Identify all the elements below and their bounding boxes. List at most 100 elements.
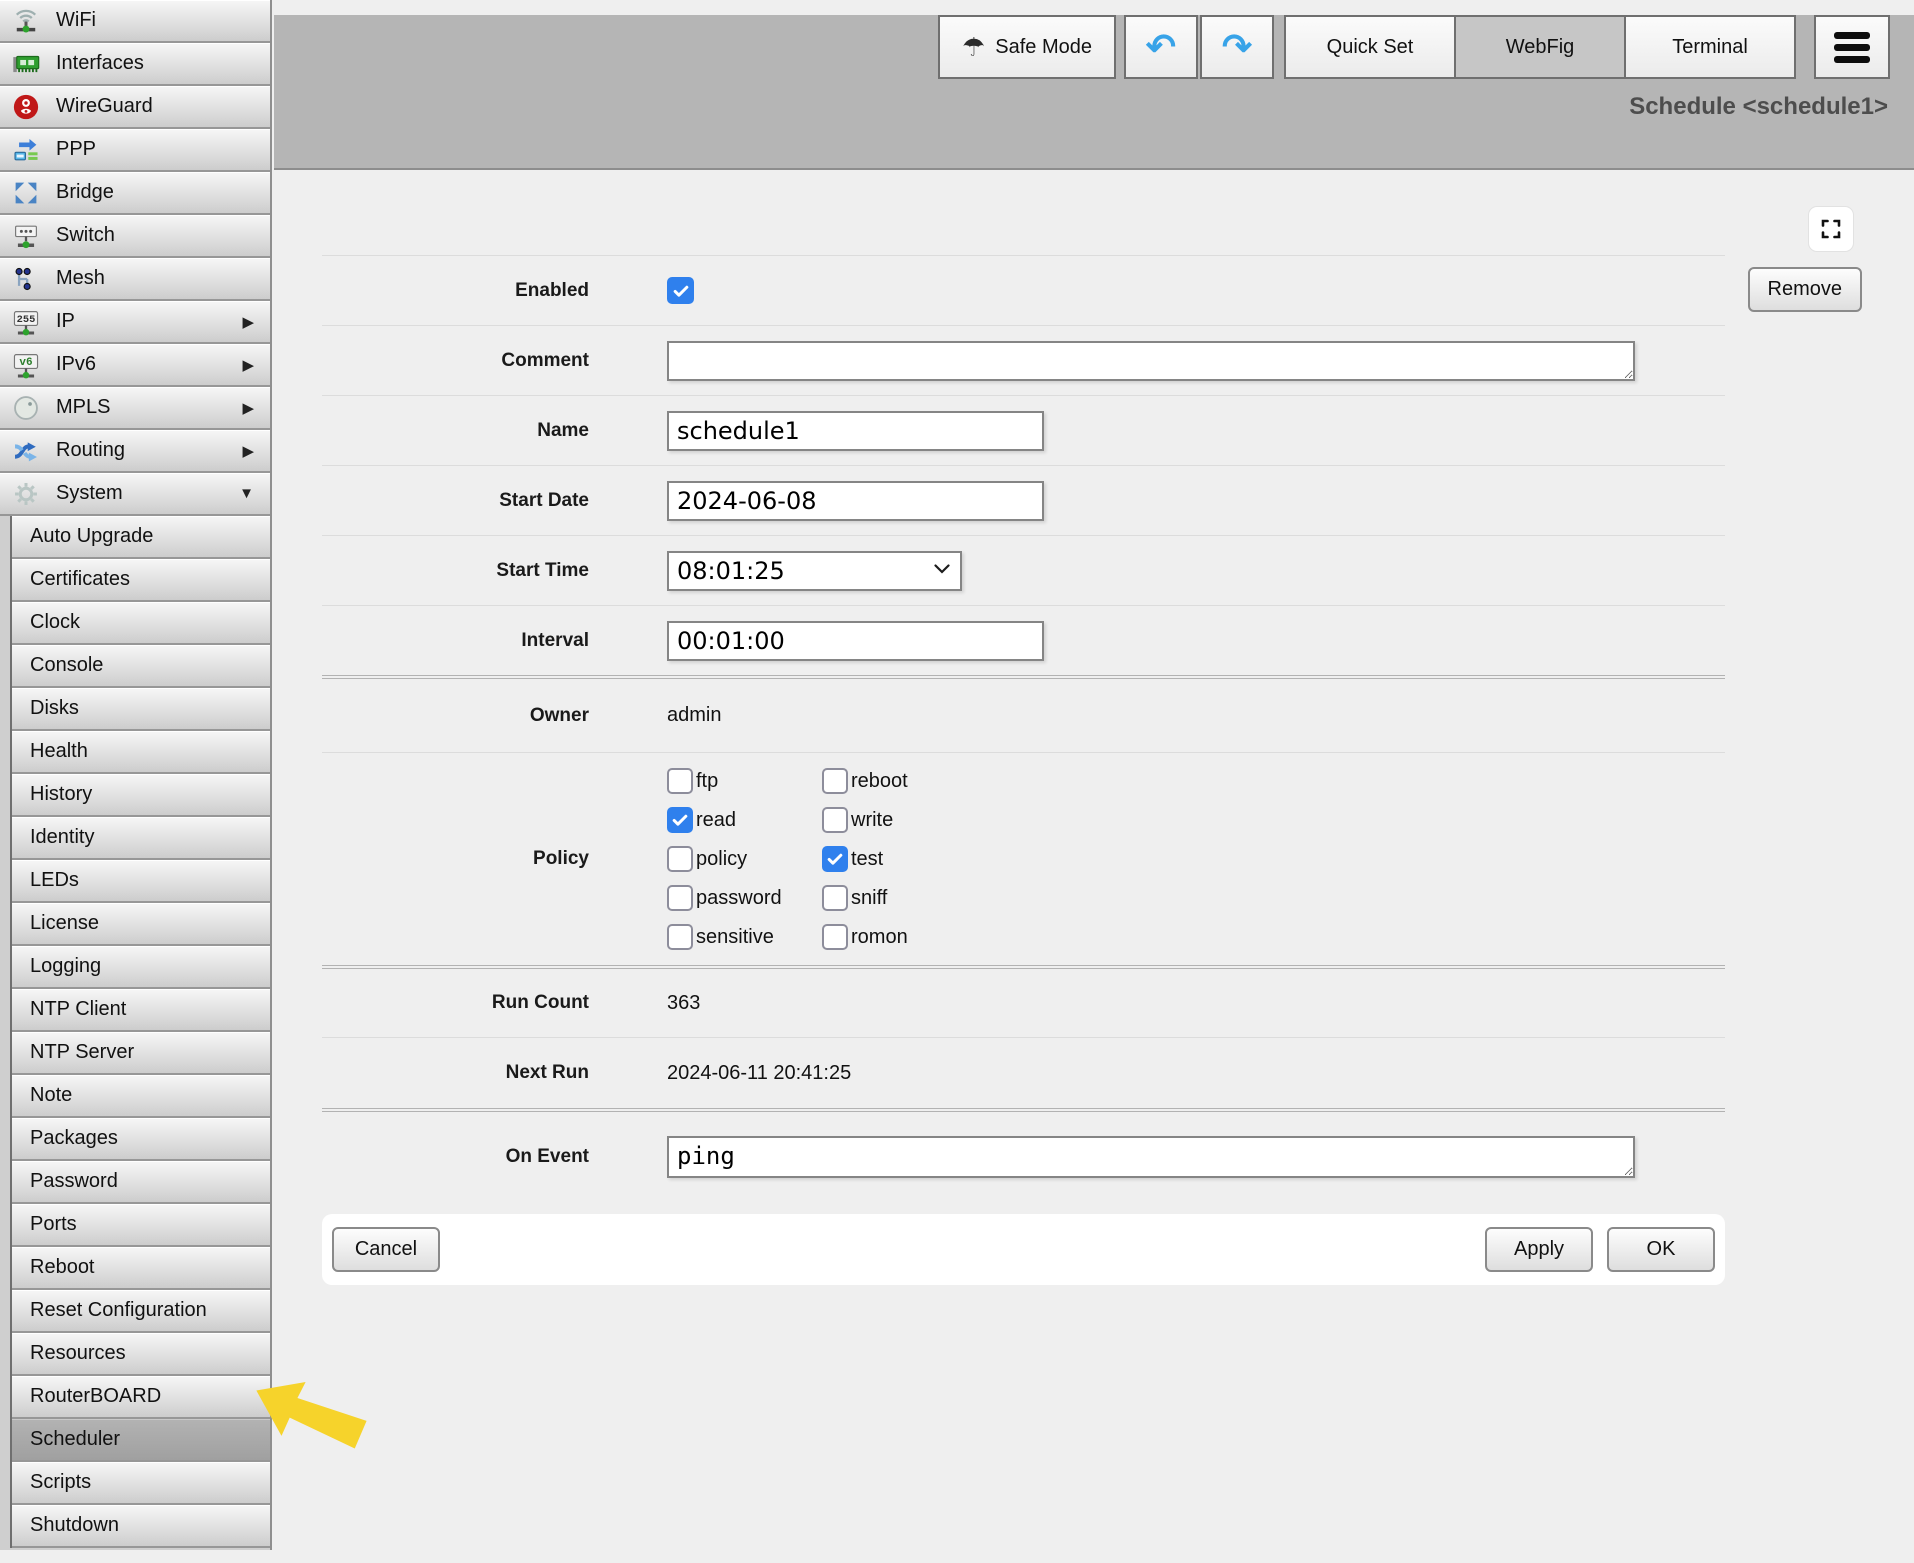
ip-icon: 255	[10, 306, 42, 338]
sidebar-item-ntp-client[interactable]: NTP Client	[12, 989, 270, 1032]
mpls-icon	[10, 392, 42, 424]
apply-button[interactable]: Apply	[1485, 1227, 1593, 1272]
sidebar-item-ipv6[interactable]: v6IPv6▶	[0, 344, 270, 387]
top-toolbar: ☂ Safe Mode ↶ ↷ Quick Set WebFig Termina…	[274, 15, 1890, 79]
sidebar-item-label: Ports	[30, 1213, 77, 1236]
checkbox-unchecked-icon[interactable]	[822, 768, 848, 794]
checkbox-checked-icon[interactable]	[667, 807, 693, 833]
sidebar-item-mpls[interactable]: MPLS▶	[0, 387, 270, 430]
sidebar-item-reboot[interactable]: Reboot	[12, 1247, 270, 1290]
remove-button[interactable]: Remove	[1748, 267, 1862, 312]
policy-checkbox-policy[interactable]: policy	[667, 846, 822, 872]
sidebar-item-identity[interactable]: Identity	[12, 817, 270, 860]
menu-button[interactable]	[1814, 15, 1890, 79]
sidebar-item-certificates[interactable]: Certificates	[12, 559, 270, 602]
form-row-start-time: Start Time 08:01:25	[322, 535, 1725, 605]
sidebar-item-label: Clock	[30, 611, 80, 634]
form-row-on-event: On Event ping	[322, 1108, 1725, 1202]
start-date-input[interactable]	[667, 481, 1044, 521]
sidebar-item-console[interactable]: Console	[12, 645, 270, 688]
sidebar-item-label: WiFi	[56, 9, 96, 32]
policy-checkbox-sniff[interactable]: sniff	[822, 885, 977, 911]
sidebar-item-wireguard[interactable]: WireGuard	[0, 86, 270, 129]
checkbox-unchecked-icon[interactable]	[667, 846, 693, 872]
sidebar-item-shutdown[interactable]: Shutdown	[12, 1505, 270, 1548]
checkbox-unchecked-icon[interactable]	[667, 924, 693, 950]
sidebar-item-routing[interactable]: Routing▶	[0, 430, 270, 473]
sidebar-item-label: System	[56, 482, 123, 505]
sidebar-item-switch[interactable]: Switch	[0, 215, 270, 258]
policy-checkbox-ftp[interactable]: ftp	[667, 768, 822, 794]
sidebar-item-label: Resources	[30, 1342, 126, 1365]
start-time-select[interactable]: 08:01:25	[667, 551, 962, 591]
sidebar-item-logging[interactable]: Logging	[12, 946, 270, 989]
sidebar-item-auto-upgrade[interactable]: Auto Upgrade	[12, 516, 270, 559]
sidebar-item-ip[interactable]: 255IP▶	[0, 301, 270, 344]
sidebar-item-note[interactable]: Note	[12, 1075, 270, 1118]
sidebar-item-packages[interactable]: Packages	[12, 1118, 270, 1161]
sidebar-item-label: Switch	[56, 224, 115, 247]
sidebar-item-bridge[interactable]: Bridge	[0, 172, 270, 215]
policy-grid: ftprebootreadwritepolicytestpasswordsnif…	[667, 753, 977, 965]
sidebar-item-leds[interactable]: LEDs	[12, 860, 270, 903]
name-input[interactable]	[667, 411, 1044, 451]
content-panel: Remove Enabled Comment Name Start Date	[274, 170, 1914, 1563]
fullscreen-button[interactable]	[1808, 206, 1854, 252]
tab-webfig[interactable]: WebFig	[1454, 15, 1626, 79]
owner-label: Owner	[530, 705, 667, 727]
checkbox-unchecked-icon[interactable]	[822, 807, 848, 833]
checkbox-unchecked-icon[interactable]	[667, 768, 693, 794]
sidebar-item-reset-configuration[interactable]: Reset Configuration	[12, 1290, 270, 1333]
on-event-input[interactable]: ping	[667, 1136, 1635, 1178]
checkbox-checked-icon[interactable]	[822, 846, 848, 872]
enabled-checkbox[interactable]	[667, 277, 694, 304]
redo-icon: ↷	[1222, 26, 1252, 68]
enabled-label: Enabled	[515, 280, 667, 302]
start-time-label: Start Time	[496, 560, 667, 582]
sidebar-item-mesh[interactable]: Mesh	[0, 258, 270, 301]
checkbox-unchecked-icon[interactable]	[822, 924, 848, 950]
policy-checkbox-test[interactable]: test	[822, 846, 977, 872]
safe-mode-button[interactable]: ☂ Safe Mode	[938, 15, 1116, 79]
policy-checkbox-reboot[interactable]: reboot	[822, 768, 977, 794]
system-icon	[10, 478, 42, 510]
sidebar-item-interfaces[interactable]: Interfaces	[0, 43, 270, 86]
sidebar-item-resources[interactable]: Resources	[12, 1333, 270, 1376]
sidebar-item-ppp[interactable]: PPP	[0, 129, 270, 172]
redo-button[interactable]: ↷	[1200, 15, 1274, 79]
sidebar-item-system[interactable]: System▼	[0, 473, 270, 516]
form-row-interval: Interval	[322, 605, 1725, 675]
policy-checkbox-password[interactable]: password	[667, 885, 822, 911]
form-row-next-run: Next Run 2024-06-11 20:41:25	[322, 1037, 1725, 1108]
sidebar-item-wifi[interactable]: WiFi	[0, 0, 270, 43]
cancel-button[interactable]: Cancel	[332, 1227, 440, 1272]
checkbox-unchecked-icon[interactable]	[822, 885, 848, 911]
sidebar-item-clock[interactable]: Clock	[12, 602, 270, 645]
policy-checkbox-romon[interactable]: romon	[822, 924, 977, 950]
sidebar-item-ntp-server[interactable]: NTP Server	[12, 1032, 270, 1075]
ok-button[interactable]: OK	[1607, 1227, 1715, 1272]
tab-terminal[interactable]: Terminal	[1624, 15, 1796, 79]
checkbox-unchecked-icon[interactable]	[667, 885, 693, 911]
sidebar-item-scheduler[interactable]: Scheduler	[12, 1419, 270, 1462]
comment-input[interactable]	[667, 341, 1635, 381]
policy-checkbox-sensitive[interactable]: sensitive	[667, 924, 822, 950]
sidebar-item-history[interactable]: History	[12, 774, 270, 817]
sidebar-item-password[interactable]: Password	[12, 1161, 270, 1204]
sidebar-item-license[interactable]: License	[12, 903, 270, 946]
sidebar-item-routerboard[interactable]: RouterBOARD	[12, 1376, 270, 1419]
tab-quick-set[interactable]: Quick Set	[1284, 15, 1456, 79]
sidebar-item-ports[interactable]: Ports	[12, 1204, 270, 1247]
name-label: Name	[537, 420, 667, 442]
bridge-icon	[10, 177, 42, 209]
start-date-label: Start Date	[499, 490, 667, 512]
sidebar-item-label: Reboot	[30, 1256, 95, 1279]
sidebar-item-scripts[interactable]: Scripts	[12, 1462, 270, 1505]
sidebar-item-disks[interactable]: Disks	[12, 688, 270, 731]
interval-input[interactable]	[667, 621, 1044, 661]
sidebar-item-health[interactable]: Health	[12, 731, 270, 774]
policy-checkbox-write[interactable]: write	[822, 807, 977, 833]
policy-checkbox-read[interactable]: read	[667, 807, 822, 833]
undo-button[interactable]: ↶	[1124, 15, 1198, 79]
policy-option-label: sensitive	[696, 926, 774, 949]
